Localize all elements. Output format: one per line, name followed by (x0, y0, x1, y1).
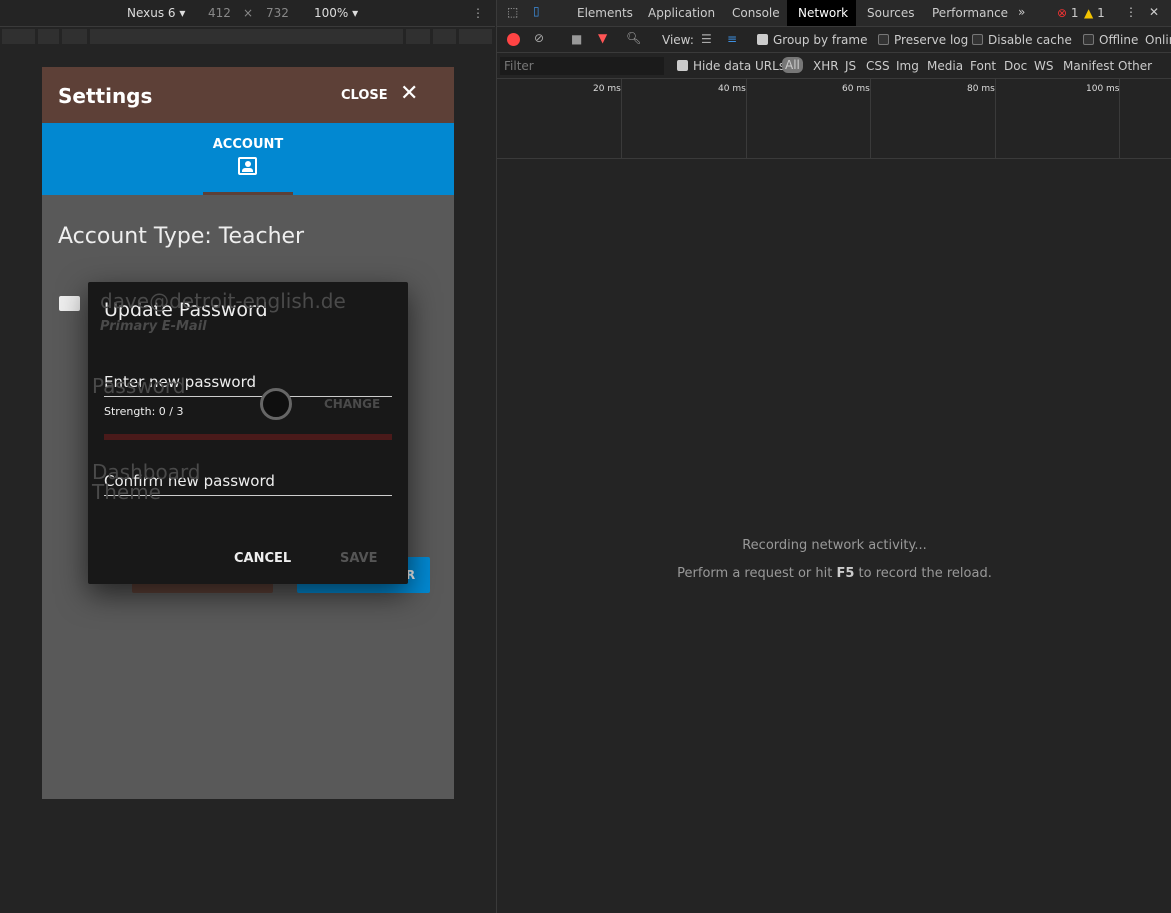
account-box-icon (238, 157, 257, 175)
strength-bar (104, 434, 392, 440)
view-label: View: (662, 33, 694, 47)
hint-key: F5 (836, 566, 855, 581)
hint-text: to record the reload. (854, 566, 992, 581)
filter-input[interactable]: Filter (500, 57, 664, 75)
close-icon[interactable]: ✕ (400, 81, 418, 106)
device-toolbar: Nexus 6 ▾ 412 × 732 100% ▾ ⋮ (0, 0, 495, 27)
timeline-tick: 40 ms (718, 84, 746, 94)
search-icon[interactable]: 🔍︎ (626, 31, 641, 45)
type-filter-ws[interactable]: WS (1034, 59, 1053, 73)
tab-application[interactable]: Application (648, 6, 715, 20)
error-count[interactable]: ⊗ 1 (1057, 6, 1079, 20)
zoom-value: 100% (314, 6, 349, 20)
mail-icon (59, 296, 80, 311)
type-filter-all[interactable]: All (782, 57, 803, 73)
list-view-icon[interactable]: ☰ (701, 32, 712, 46)
waterfall-view-icon[interactable]: ≡ (727, 32, 737, 46)
type-filter-other[interactable]: Other (1118, 59, 1152, 73)
hide-data-urls-label: Hide data URLs (693, 59, 786, 73)
network-toolbar: ⊘ ■ ▼ 🔍︎ View: ☰ ≡ Group by frame Preser… (497, 27, 1171, 53)
update-password-dialog: Update Password Enter new password Stren… (88, 282, 408, 584)
timeline-tick: 60 ms (842, 84, 870, 94)
screenshot-icon[interactable]: ■ (571, 32, 582, 46)
type-filter-xhr[interactable]: XHR (813, 59, 839, 73)
throttling-select[interactable]: Online (1145, 33, 1171, 47)
device-toolbar-icon[interactable]: ▯ (533, 4, 540, 18)
settings-header: Settings CLOSE ✕ (42, 67, 454, 123)
warning-count[interactable]: ▲ 1 (1084, 6, 1105, 20)
type-filter-js[interactable]: JS (845, 59, 856, 73)
devtools-menu-icon[interactable]: ⋮ (1125, 5, 1137, 19)
timeline-tick: 20 ms (593, 84, 621, 94)
group-by-frame-label: Group by frame (773, 33, 868, 47)
preserve-log-checkbox[interactable]: Preserve log (878, 33, 968, 47)
preserve-log-label: Preserve log (894, 33, 969, 47)
timeline-tick: 100 ms (1086, 84, 1120, 94)
offline-label: Offline (1099, 33, 1139, 47)
tab-sources[interactable]: Sources (867, 6, 914, 20)
tab-network[interactable]: Network (787, 0, 856, 26)
media-query-bar[interactable] (2, 29, 492, 44)
touch-cursor (260, 388, 292, 420)
type-filter-doc[interactable]: Doc (1004, 59, 1027, 73)
warning-icon: ▲ (1084, 6, 1094, 20)
record-icon[interactable] (507, 33, 520, 46)
timeline-tick: 80 ms (967, 84, 995, 94)
devtools-panel: ⬚ ▯ Elements Application Console Network… (496, 0, 1171, 913)
save-button[interactable]: SAVE (340, 551, 377, 566)
zoom-select[interactable]: 100% ▾ (314, 6, 358, 20)
type-filter-css[interactable]: CSS (866, 59, 890, 73)
error-icon: ⊗ (1057, 6, 1068, 20)
filter-icon[interactable]: ▼ (598, 31, 607, 45)
devtools-tab-bar: ⬚ ▯ Elements Application Console Network… (497, 0, 1171, 27)
dialog-title: Update Password (104, 299, 268, 321)
disable-cache-label: Disable cache (988, 33, 1072, 47)
confirm-password-input[interactable]: Confirm new password (104, 472, 392, 496)
warning-count-value: 1 (1097, 6, 1105, 20)
error-count-value: 1 (1070, 6, 1079, 20)
type-filter-font[interactable]: Font (970, 59, 996, 73)
reload-hint: Perform a request or hit F5 to record th… (497, 566, 1171, 581)
new-password-input[interactable]: Enter new password (104, 373, 392, 397)
times-sign: × (243, 6, 254, 20)
tab-console[interactable]: Console (732, 6, 780, 20)
device-name: Nexus 6 (127, 6, 176, 20)
disable-cache-checkbox[interactable]: Disable cache (972, 33, 1072, 47)
type-filter-media[interactable]: Media (927, 59, 963, 73)
cancel-button[interactable]: CANCEL (234, 551, 291, 566)
close-button[interactable]: CLOSE (341, 88, 388, 103)
tab-indicator (203, 192, 293, 195)
tab-elements[interactable]: Elements (577, 6, 633, 20)
close-devtools-icon[interactable]: ✕ (1149, 5, 1159, 19)
strength-label: Strength: 0 / 3 (104, 405, 184, 418)
offline-checkbox[interactable]: Offline (1083, 33, 1138, 47)
tab-account[interactable]: ACCOUNT (42, 137, 454, 152)
account-type: Account Type: Teacher (58, 224, 305, 249)
device-select[interactable]: Nexus 6 ▾ (127, 6, 185, 20)
width-input[interactable]: 412 (208, 6, 231, 20)
clear-icon[interactable]: ⊘ (534, 31, 544, 45)
tab-bar: ACCOUNT (42, 123, 454, 195)
type-filter-manifest[interactable]: Manifest (1063, 59, 1114, 73)
recording-message: Recording network activity... (742, 538, 927, 553)
device-viewport: Settings CLOSE ✕ ACCOUNT Account Type: T… (42, 67, 454, 799)
type-filter-img[interactable]: Img (896, 59, 919, 73)
tab-performance[interactable]: Performance (932, 6, 1008, 20)
filter-bar: Filter Hide data URLs All XHR JS CSS Img… (497, 53, 1171, 79)
height-input[interactable]: 732 (266, 6, 289, 20)
group-by-frame-checkbox[interactable]: Group by frame (757, 33, 867, 47)
more-tabs-icon[interactable]: » (1018, 5, 1025, 19)
more-options-icon[interactable]: ⋮ (472, 6, 484, 20)
hide-data-urls-checkbox[interactable]: Hide data URLs (677, 59, 785, 73)
device-emulation-pane: Nexus 6 ▾ 412 × 732 100% ▾ ⋮ Settings CL… (0, 0, 495, 913)
hint-text: Perform a request or hit (677, 566, 837, 581)
page-title: Settings (58, 84, 153, 108)
inspect-element-icon[interactable]: ⬚ (507, 5, 518, 19)
